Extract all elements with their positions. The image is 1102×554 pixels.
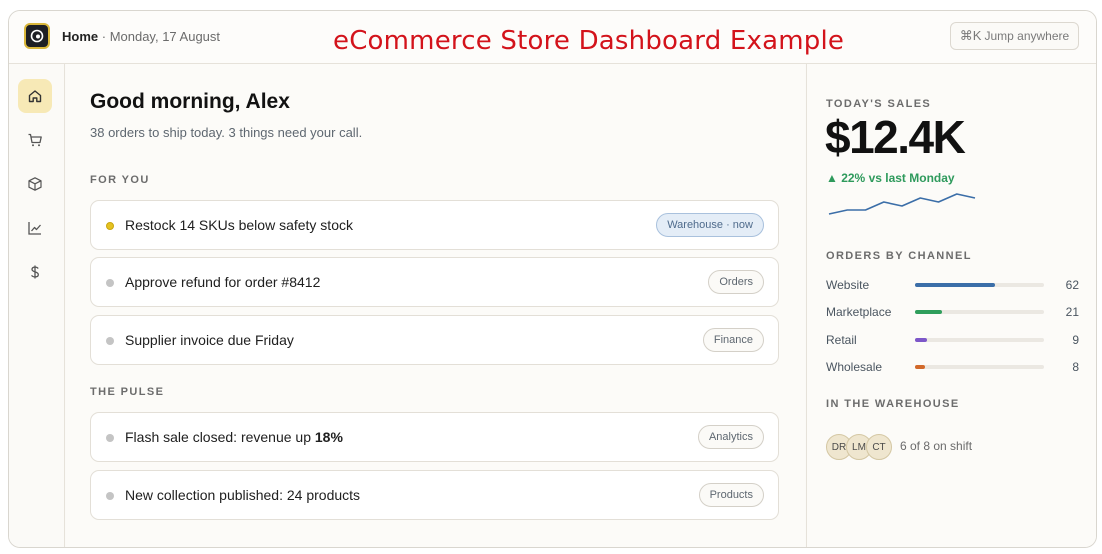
cart-icon [28, 133, 42, 147]
status-dot-icon [106, 492, 114, 500]
shift-status: 6 of 8 on shift [900, 439, 973, 453]
greeting-subtitle: 38 orders to ship today. 3 things need y… [90, 125, 363, 140]
pulse-text: Flash sale closed: revenue up 18% [125, 429, 343, 445]
channel-count: 21 [1065, 305, 1079, 319]
main-content: Good morning, Alex 38 orders to ship tod… [66, 64, 805, 547]
nav-finance[interactable] [18, 255, 52, 289]
task-text: Supplier invoice due Friday [125, 332, 294, 348]
channel-row: Wholesale 8 [826, 359, 1079, 375]
channel-bar-fill [915, 283, 995, 287]
pulse-card[interactable]: New collection published: 24 products Pr… [90, 470, 779, 520]
command-shortcut: ⌘K [959, 28, 982, 43]
page-headline: eCommerce Store Dashboard Example [333, 26, 845, 56]
channel-name: Website [826, 278, 870, 292]
pulse-tag[interactable]: Analytics [697, 425, 764, 449]
warehouse-heading: IN THE WAREHOUSE [826, 398, 960, 410]
status-dot-icon [106, 434, 114, 442]
channel-bar-fill [915, 365, 926, 369]
chart-icon [28, 222, 41, 235]
channel-count: 9 [1072, 333, 1079, 347]
jump-label: Jump anywhere [984, 29, 1070, 43]
task-card[interactable]: Supplier invoice due Friday Finance [90, 315, 779, 365]
breadcrumb-separator: · [98, 29, 110, 44]
top-bar: Home · Monday, 17 August eCommerce Store… [9, 11, 1096, 64]
breadcrumb-date: Monday, 17 August [109, 29, 221, 44]
channel-name: Wholesale [826, 360, 883, 374]
channel-bar-track [915, 365, 1044, 369]
sales-delta: ▲ 22% vs last Monday [826, 171, 955, 185]
status-dot-icon [106, 279, 114, 287]
avatar[interactable]: CT [866, 434, 892, 460]
task-tag[interactable]: Warehouse · now [656, 213, 764, 237]
nav-orders[interactable] [18, 123, 52, 157]
sales-heading: TODAY'S SALES [826, 98, 932, 110]
greeting-title: Good morning, Alex [90, 90, 290, 113]
task-text: Restock 14 SKUs below safety stock [125, 217, 353, 233]
pulse-text-prefix: New collection published: 24 products [125, 487, 361, 503]
task-card[interactable]: Approve refund for order #8412 Orders [90, 257, 779, 307]
pulse-text-prefix: Flash sale closed: revenue up [125, 429, 315, 445]
channel-name: Retail [826, 333, 857, 347]
nav-products[interactable] [18, 167, 52, 201]
channel-bar-fill [915, 338, 927, 342]
jump-anywhere-button[interactable]: ⌘K Jump anywhere [950, 22, 1079, 50]
channel-row: Marketplace 21 [826, 304, 1079, 320]
task-card[interactable]: Restock 14 SKUs below safety stock Wareh… [90, 200, 779, 250]
channel-name: Marketplace [826, 305, 892, 319]
channel-count: 8 [1072, 360, 1079, 374]
channel-bar-track [915, 283, 1044, 287]
task-tag[interactable]: Orders [708, 270, 764, 294]
pulse-text-highlight: 18% [314, 429, 343, 445]
box-icon [28, 177, 42, 191]
nav-analytics[interactable] [18, 211, 52, 245]
home-icon [28, 90, 42, 103]
app-window: Home · Monday, 17 August eCommerce Store… [8, 10, 1097, 548]
sidebar [9, 64, 65, 547]
channel-row: Retail 9 [826, 332, 1079, 348]
channels-heading: ORDERS BY CHANNEL [826, 250, 972, 262]
channel-count: 62 [1065, 278, 1079, 292]
task-text: Approve refund for order #8412 [125, 274, 321, 290]
dollar-icon [31, 265, 39, 279]
summary-panel: TODAY'S SALES $12.4K ▲ 22% vs last Monda… [806, 64, 1096, 547]
urgent-dot-icon [106, 222, 114, 230]
sales-sparkline [828, 193, 976, 215]
for-you-heading: FOR YOU [90, 174, 150, 186]
pulse-heading: THE PULSE [90, 386, 165, 398]
pulse-tag[interactable]: Products [698, 483, 764, 507]
channel-bar-fill [915, 310, 943, 314]
nav-home[interactable] [18, 79, 52, 113]
eye-logo-icon [30, 29, 44, 43]
sales-value: $12.4K [825, 111, 966, 163]
status-dot-icon [106, 337, 114, 345]
channel-bar-track [915, 338, 1044, 342]
breadcrumb: Home · Monday, 17 August [62, 29, 220, 44]
pulse-text: New collection published: 24 products [125, 487, 360, 503]
channel-bar-track [915, 310, 1044, 314]
pulse-card[interactable]: Flash sale closed: revenue up 18% Analyt… [90, 412, 779, 462]
sparkline-line [828, 193, 976, 215]
task-tag[interactable]: Finance [702, 328, 764, 352]
channel-row: Website 62 [826, 277, 1079, 293]
logo[interactable] [24, 23, 50, 49]
breadcrumb-home[interactable]: Home [62, 29, 98, 44]
